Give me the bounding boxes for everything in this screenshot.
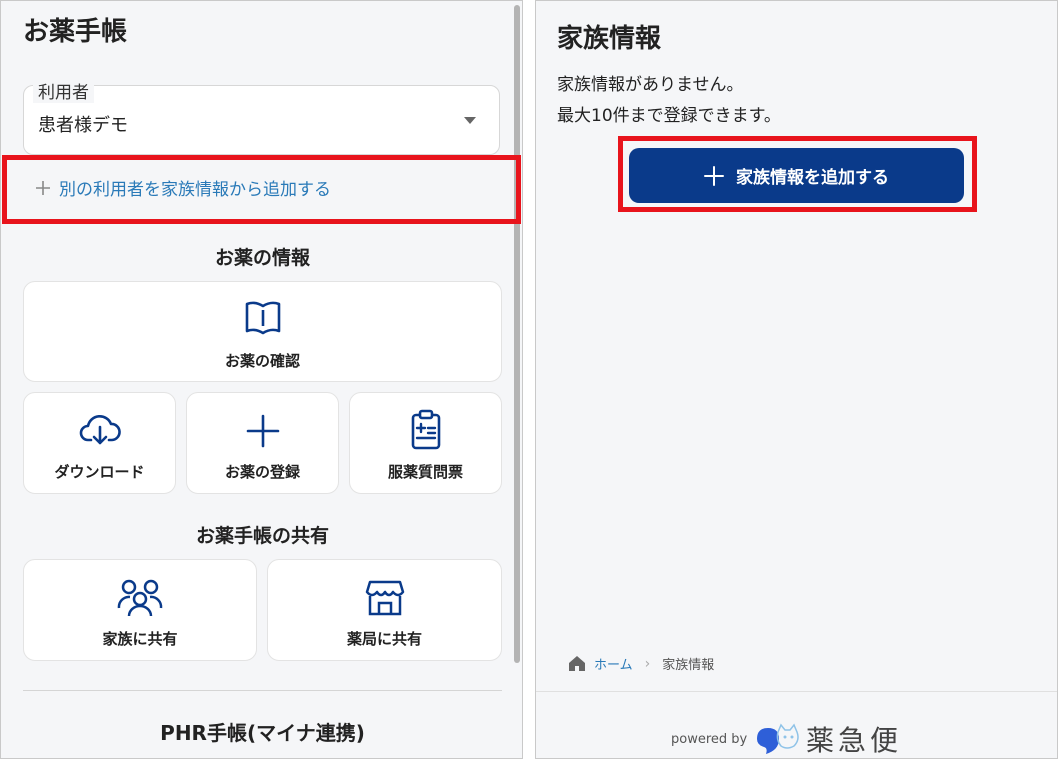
- empty-message: 家族情報がありません。: [557, 75, 744, 95]
- scrollbar[interactable]: [514, 5, 520, 663]
- plus-icon: [246, 414, 279, 448]
- share-family-label: 家族に共有: [102, 630, 178, 648]
- caret-down-icon: [464, 117, 476, 124]
- section-divider: [23, 690, 502, 691]
- share-pharmacy-label: 薬局に共有: [346, 630, 422, 648]
- family-info-panel: 家族情報 家族情報がありません。 最大10件まで登録できます。 家族情報を追加す…: [535, 0, 1058, 759]
- notebook-share-heading: お薬手帳の共有: [195, 525, 329, 547]
- chevron-right-icon: ›: [644, 655, 651, 672]
- home-icon: [569, 656, 585, 671]
- user-select-label: 利用者: [33, 78, 94, 103]
- download-label: ダウンロード: [54, 463, 145, 481]
- user-select[interactable]: 患者様デモ: [23, 85, 500, 155]
- clipboard-icon: [411, 409, 440, 450]
- add-family-button[interactable]: 家族情報を追加する: [629, 148, 964, 203]
- confirm-medicine-label: お薬の確認: [224, 352, 300, 370]
- plus-icon: [704, 165, 724, 186]
- user-select-value: 患者様デモ: [38, 115, 128, 136]
- medicine-info-heading: お薬の情報: [214, 247, 310, 269]
- store-icon: [365, 580, 404, 616]
- phr-heading: PHR手帳(マイナ連携): [160, 721, 365, 745]
- book-icon: [245, 301, 280, 335]
- share-pharmacy-card[interactable]: 薬局に共有: [267, 559, 502, 661]
- register-medicine-label: お薬の登録: [224, 463, 300, 481]
- powered-by-label: powered by: [671, 732, 748, 747]
- page-title: 家族情報: [557, 24, 662, 54]
- logo-text: 薬急便: [806, 724, 903, 757]
- share-family-card[interactable]: 家族に共有: [23, 559, 257, 661]
- add-user-from-family-link[interactable]: 別の利用者を家族情報から追加する: [35, 175, 331, 200]
- logo-mark-icon: [757, 723, 799, 754]
- download-card[interactable]: ダウンロード: [23, 392, 176, 494]
- medicine-notebook-panel: お薬手帳 患者様デモ 利用者 別の利用者を家族情報から追加する お薬の情報 お薬…: [0, 0, 523, 759]
- questionnaire-card[interactable]: 服薬質問票: [349, 392, 502, 494]
- page-title: お薬手帳: [23, 17, 128, 47]
- breadcrumb: ホーム › 家族情報: [568, 654, 714, 673]
- people-icon: [117, 579, 163, 617]
- add-family-button-label: 家族情報を追加する: [736, 168, 889, 188]
- yakkyubin-logo: 薬急便: [754, 719, 903, 758]
- confirm-medicine-card[interactable]: お薬の確認: [23, 281, 502, 382]
- breadcrumb-home-link[interactable]: ホーム: [594, 654, 633, 673]
- plus-icon: [36, 180, 50, 195]
- register-medicine-card[interactable]: お薬の登録: [186, 392, 339, 494]
- add-user-from-family-label: 別の利用者を家族情報から追加する: [59, 180, 331, 200]
- questionnaire-label: 服薬質問票: [387, 463, 463, 481]
- footer-divider: [536, 691, 1057, 692]
- cloud-download-icon: [79, 414, 121, 445]
- limit-message: 最大10件まで登録できます。: [557, 106, 781, 126]
- breadcrumb-current: 家族情報: [662, 658, 715, 673]
